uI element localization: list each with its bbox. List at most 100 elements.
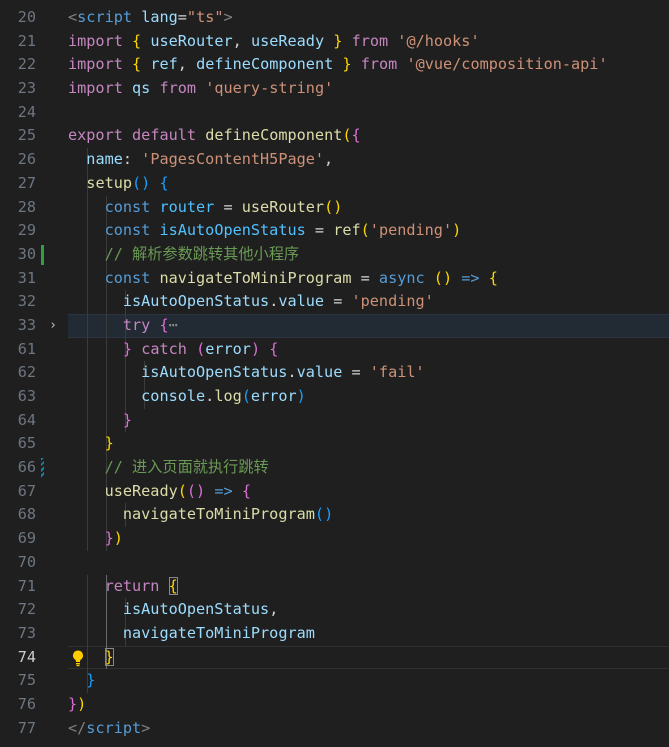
code-token: > bbox=[141, 718, 151, 737]
code-line[interactable]: 64 } bbox=[0, 408, 669, 433]
code-text: const router = useRouter() bbox=[68, 196, 343, 220]
code-line[interactable]: 72 isAutoOpenStatus, bbox=[0, 598, 669, 622]
code-line[interactable]: 70 bbox=[0, 551, 669, 575]
code-line[interactable]: 20 <script lang="ts"> bbox=[0, 6, 669, 30]
code-line[interactable]: 24 bbox=[0, 101, 669, 125]
code-line[interactable]: 22 import { ref, defineComponent } from '… bbox=[0, 53, 669, 77]
line-number: 28 bbox=[17, 197, 36, 216]
code-line[interactable]: 25 export default defineComponent({ bbox=[0, 124, 669, 148]
lightbulb-icon[interactable] bbox=[70, 649, 86, 667]
code-line[interactable]: 68 navigateToMiniProgram() bbox=[0, 503, 669, 528]
code-line[interactable]: 77 </script> bbox=[0, 717, 669, 741]
code-line[interactable]: 21 import { useRouter, useReady } from '@… bbox=[0, 30, 669, 54]
code-line[interactable]: 63 console.log(error) bbox=[0, 385, 669, 409]
code-token: ( bbox=[342, 126, 352, 145]
line-number: 21 bbox=[17, 31, 36, 50]
code-token: , bbox=[269, 600, 279, 619]
code-line[interactable]: 28 const router = useRouter() bbox=[0, 195, 669, 220]
code-token: console bbox=[141, 387, 206, 405]
code-line[interactable]: 67 useReady(() => { bbox=[0, 479, 669, 504]
code-token: router bbox=[159, 197, 215, 216]
code-line[interactable]: 32 isAutoOpenStatus.value = 'pending' bbox=[0, 290, 669, 314]
code-token: const bbox=[104, 268, 151, 287]
code-token: isAutoOpenStatus bbox=[122, 292, 270, 311]
code-token: script bbox=[86, 718, 142, 737]
code-line[interactable]: 29 const isAutoOpenStatus = ref('pending… bbox=[0, 219, 669, 243]
code-token: => bbox=[461, 268, 480, 287]
code-editor[interactable]: 20 <script lang="ts"> 21 import { useRouter… bbox=[0, 0, 669, 747]
line-number: 62 bbox=[17, 363, 36, 382]
line-number: 30 bbox=[17, 244, 36, 263]
code-token: ( bbox=[360, 221, 370, 240]
code-line[interactable]: 76}) bbox=[0, 693, 669, 717]
code-line[interactable]: 71 return { bbox=[0, 574, 669, 599]
code-token: lang bbox=[141, 8, 178, 26]
code-text: isAutoOpenStatus, bbox=[68, 598, 278, 622]
code-token: navigateToMiniProgram bbox=[122, 505, 315, 524]
line-number: 63 bbox=[17, 387, 36, 405]
code-token: . bbox=[205, 387, 215, 405]
code-token: </ bbox=[68, 718, 87, 737]
code-token: ) bbox=[296, 387, 306, 405]
code-token: ( bbox=[433, 268, 443, 287]
code-line[interactable]: 61 } catch (error) { bbox=[0, 337, 669, 362]
code-text: }) bbox=[68, 527, 123, 551]
code-line[interactable]: 69 }) bbox=[0, 527, 669, 551]
line-number: 26 bbox=[17, 150, 36, 169]
line-number: 25 bbox=[17, 126, 36, 145]
code-token: ( bbox=[132, 173, 142, 192]
code-token: = bbox=[342, 363, 370, 382]
code-token: setup bbox=[86, 173, 133, 192]
git-modified-marker[interactable] bbox=[41, 458, 44, 479]
code-line[interactable]: 74 } bbox=[0, 645, 669, 670]
code-line[interactable]: 62 isAutoOpenStatus.value = 'fail' bbox=[0, 361, 669, 385]
code-text: } catch (error) { bbox=[68, 338, 279, 362]
code-line[interactable]: 26 name: 'PagesContentH5Page', bbox=[0, 148, 669, 172]
line-number: 20 bbox=[17, 8, 36, 26]
line-number: 61 bbox=[17, 339, 36, 358]
code-token: ( bbox=[177, 481, 187, 500]
code-line[interactable]: 73 navigateToMiniProgram bbox=[0, 621, 669, 646]
code-text: setup() { bbox=[68, 172, 168, 196]
code-line[interactable]: 30 // 解析参数跳转其他小程序 bbox=[0, 242, 669, 267]
code-line[interactable]: 75 } bbox=[0, 669, 669, 693]
code-token: useRouter bbox=[150, 31, 233, 50]
code-line[interactable]: 65 } bbox=[0, 432, 669, 457]
line-number: 22 bbox=[17, 55, 36, 74]
code-token: , bbox=[324, 150, 334, 169]
code-token: ( bbox=[196, 339, 206, 358]
code-text: } bbox=[68, 669, 95, 693]
code-line[interactable]: 33 › try {⋯ bbox=[0, 313, 669, 338]
git-added-marker[interactable] bbox=[41, 244, 44, 265]
code-text: name: 'PagesContentH5Page', bbox=[68, 148, 333, 172]
code-token: . bbox=[287, 363, 297, 382]
code-text: isAutoOpenStatus.value = 'fail' bbox=[68, 361, 425, 385]
code-line[interactable]: 27 setup() { bbox=[0, 171, 669, 196]
code-token: export bbox=[68, 126, 123, 145]
code-line[interactable]: 66 // 进入页面就执行跳转 bbox=[0, 456, 669, 480]
code-token: import bbox=[68, 79, 123, 98]
line-number: 69 bbox=[17, 529, 36, 548]
code-text: import { useRouter, useReady } from '@/h… bbox=[68, 30, 480, 54]
code-token: import bbox=[68, 31, 123, 50]
code-line[interactable]: 23 import qs from 'query-string' bbox=[0, 77, 669, 101]
code-line[interactable]: 31 const navigateToMiniProgram = async (… bbox=[0, 266, 669, 291]
code-token: = bbox=[305, 221, 334, 240]
line-number: 64 bbox=[17, 410, 36, 429]
chevron-right-icon[interactable]: › bbox=[46, 314, 60, 338]
